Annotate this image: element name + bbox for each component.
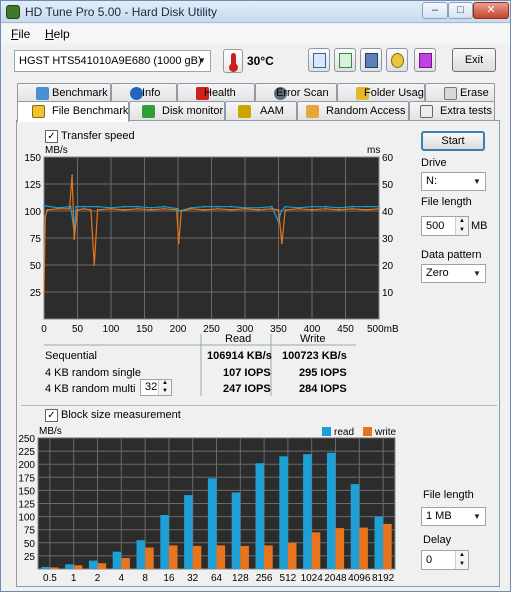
spin-up-icon[interactable]: ▲ <box>455 551 468 560</box>
block-x-tick: 32 <box>187 573 199 584</box>
block-x-tick: 16 <box>163 573 175 584</box>
block-bar-read <box>41 566 50 569</box>
block-bar-write <box>359 527 368 569</box>
block-x-tick: 128 <box>232 573 249 584</box>
block-bar-read <box>65 564 74 569</box>
file-length-unit: MB <box>471 220 488 232</box>
legend-read-swatch <box>322 427 331 436</box>
block-x-tick: 8192 <box>372 573 395 584</box>
block-bar-write <box>335 528 345 569</box>
block-bar-write <box>383 523 392 569</box>
start-button[interactable]: Start <box>421 131 485 151</box>
block-x-tick: 4096 <box>348 573 371 584</box>
spin-up-icon[interactable]: ▲ <box>455 217 468 226</box>
block-bar-write <box>264 545 273 569</box>
data-pattern-select[interactable]: Zero ▼ <box>421 264 486 283</box>
block-bar-read <box>303 454 312 569</box>
block-y-tick: 150 <box>18 486 35 497</box>
block-bar-write <box>287 542 297 569</box>
block-y-tick: 175 <box>18 473 35 484</box>
block-bar-read <box>112 551 122 569</box>
block-bar-write <box>311 532 321 569</box>
delay-stepper[interactable]: 0 ▲ ▼ <box>421 550 469 570</box>
block-x-tick: 0.5 <box>43 573 57 584</box>
block-bar-write <box>73 565 83 569</box>
block-x-tick: 2 <box>95 573 101 584</box>
block-x-tick: 1024 <box>301 573 324 584</box>
block-bar-read <box>350 484 360 569</box>
block-x-tick: 64 <box>211 573 223 584</box>
block-bar-write <box>145 547 154 569</box>
block-y-tick: 25 <box>24 552 36 563</box>
block-bar-read <box>279 456 288 569</box>
block-chart: 250 225 200 175 150 125 100 75 50 25 0.5 1 2 4 8 16 32 64… <box>18 426 397 584</box>
block-bar-read <box>374 516 384 569</box>
legend-write-swatch <box>363 427 372 436</box>
chevron-down-icon: ▼ <box>473 177 481 186</box>
block-bar-write <box>49 567 59 569</box>
block-bar-read <box>160 515 169 569</box>
block-bar-write <box>192 545 202 569</box>
block-bar-read <box>326 452 336 569</box>
block-x-tick: 8 <box>142 573 148 584</box>
block-bar-write <box>168 545 178 569</box>
block-bar-read <box>88 560 98 569</box>
block-y-tick: 125 <box>18 500 35 511</box>
block-bar-write <box>240 545 249 569</box>
file-benchmark-icon <box>32 105 45 118</box>
file-length-stepper[interactable]: 500 ▲ ▼ <box>421 216 469 236</box>
drive-label: Drive <box>421 157 447 169</box>
spin-down-icon[interactable]: ▼ <box>455 226 468 235</box>
drive-letter-value: N: <box>426 175 437 187</box>
tab-file-benchmark[interactable]: File Benchmark <box>17 101 129 122</box>
block-y-tick: 200 <box>18 460 35 471</box>
block-bar-read <box>207 478 217 569</box>
legend-read-label: read <box>334 427 354 438</box>
spin-down-icon[interactable]: ▼ <box>455 560 468 569</box>
block-bar-read <box>184 495 193 569</box>
delay-label: Delay <box>423 534 452 546</box>
block-bar-read <box>255 463 265 569</box>
block-x-tick: 2048 <box>324 573 347 584</box>
block-y-tick: 100 <box>18 513 35 524</box>
data-pattern-value: Zero <box>426 267 449 279</box>
data-pattern-label: Data pattern <box>421 249 482 261</box>
legend-write-label: write <box>374 427 397 438</box>
block-file-length-value: 1 MB <box>426 510 452 522</box>
block-bar-write <box>121 558 130 569</box>
block-y-unit: MB/s <box>39 426 62 437</box>
block-x-tick: 4 <box>119 573 125 584</box>
block-y-tick: 50 <box>24 539 36 550</box>
chevron-down-icon: ▼ <box>473 512 481 521</box>
block-bar-read <box>136 540 146 569</box>
block-y-tick: 250 <box>18 434 35 445</box>
file-length-label: File length <box>421 196 472 208</box>
block-bar-write <box>216 545 226 569</box>
block-y-tick: 225 <box>18 447 35 458</box>
delay-value: 0 <box>426 554 433 566</box>
block-file-length-select[interactable]: 1 MB ▼ <box>421 507 486 526</box>
block-file-length-label: File length <box>423 489 474 501</box>
block-y-tick: 75 <box>24 526 36 537</box>
block-bar-read <box>231 492 241 569</box>
file-length-value: 500 <box>426 220 445 232</box>
block-bar-write <box>97 563 107 569</box>
block-x-tick: 512 <box>280 573 297 584</box>
block-x-tick: 256 <box>256 573 273 584</box>
drive-letter-select[interactable]: N: ▼ <box>421 172 486 191</box>
chevron-down-icon: ▼ <box>473 269 481 278</box>
block-x-tick: 1 <box>71 573 77 584</box>
app-window: HD Tune Pro 5.00 - Hard Disk Utility – □… <box>0 0 511 592</box>
